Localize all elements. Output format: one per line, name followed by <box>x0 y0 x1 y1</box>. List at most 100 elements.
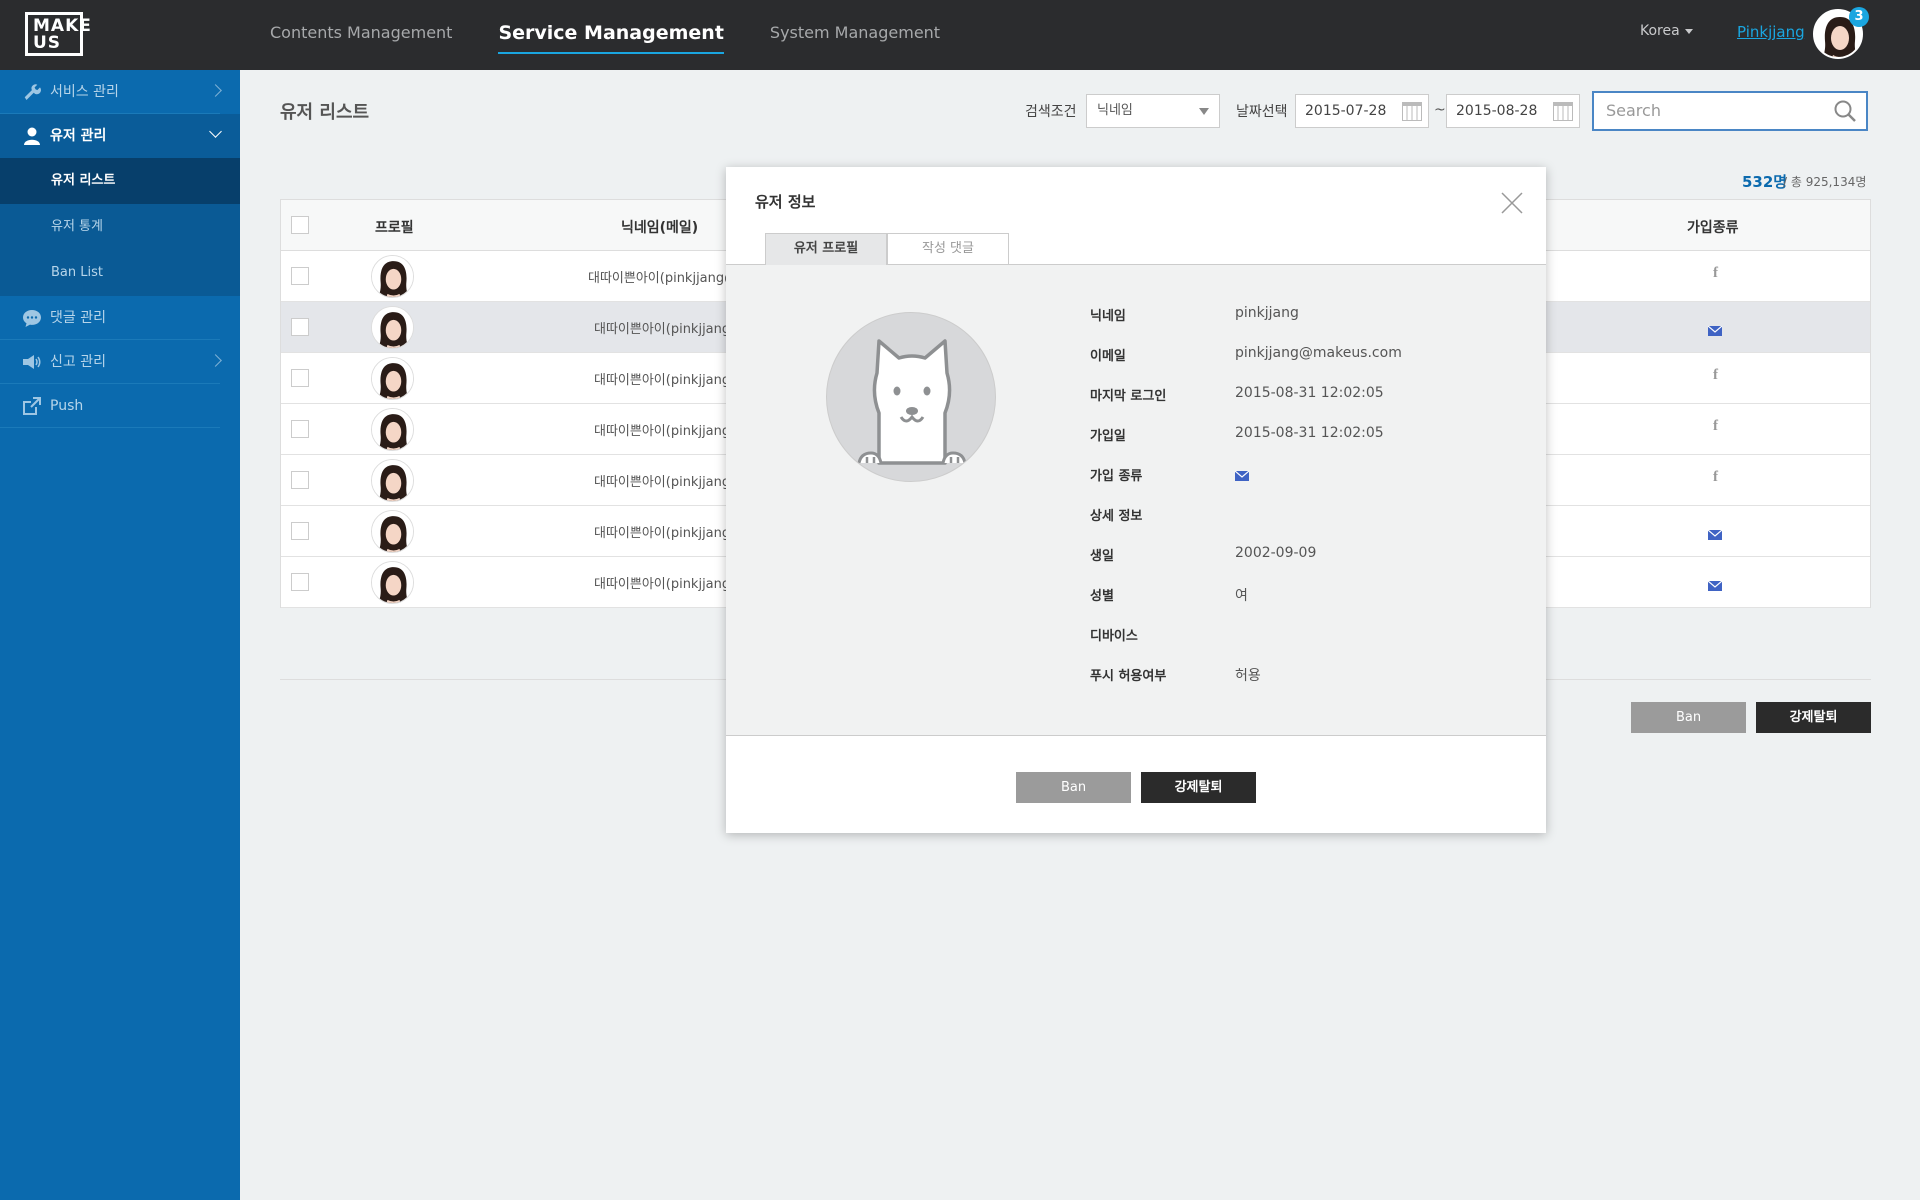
avatar <box>371 306 414 349</box>
chevron-right-icon <box>209 84 222 97</box>
row-nickname: 대따이쁜아이(pinkjjang <box>594 373 731 388</box>
notification-badge[interactable]: 3 <box>1849 7 1869 27</box>
mail-icon <box>1707 525 1723 540</box>
info-key: 마지막 로그인 <box>1090 389 1167 404</box>
mail-icon <box>1707 576 1723 591</box>
column-header-nickname: 닉네임(메일) <box>621 220 699 236</box>
date-separator: ~ <box>1434 102 1446 118</box>
date-to-value: 2015-08-28 <box>1456 103 1538 119</box>
sidebar-subitem-user-stats[interactable]: 유저 통계 <box>0 204 240 250</box>
calendar-icon[interactable] <box>1402 102 1422 121</box>
sidebar-item-push[interactable]: Push <box>0 384 220 428</box>
info-value: pinkjjang <box>1235 305 1299 321</box>
info-key: 이메일 <box>1090 349 1126 364</box>
info-key: 디바이스 <box>1090 629 1138 644</box>
nav-system-management[interactable]: System Management <box>770 0 940 70</box>
facebook-icon: f <box>1713 469 1718 485</box>
user-icon <box>24 127 40 145</box>
row-nickname: 대따이쁜아이(pinkjjang <box>594 526 731 541</box>
nav-contents-management[interactable]: Contents Management <box>270 0 452 70</box>
modal-header: 유저 정보 유저 프로필 작성 댓글 <box>726 167 1546 265</box>
sidebar-item-service[interactable]: 서비스 관리 <box>0 70 222 114</box>
search-placeholder: Search <box>1606 101 1661 120</box>
sidebar-item-users[interactable]: 유저 관리 <box>0 114 240 158</box>
date-from-value: 2015-07-28 <box>1305 103 1387 119</box>
tab-comments[interactable]: 작성 댓글 <box>887 233 1009 265</box>
row-checkbox[interactable] <box>291 522 309 540</box>
ban-button[interactable]: Ban <box>1631 702 1746 733</box>
country-selector[interactable]: Korea <box>1640 23 1693 39</box>
mail-icon <box>1234 469 1250 485</box>
users-submenu: 유저 리스트 유저 통계 Ban List <box>0 158 240 296</box>
date-from-field[interactable]: 2015-07-28 <box>1295 94 1429 128</box>
country-label: Korea <box>1640 23 1680 39</box>
modal-force-withdraw-button[interactable]: 강제탈퇴 <box>1141 772 1256 803</box>
row-checkbox[interactable] <box>291 369 309 387</box>
page-title: 유저 리스트 <box>280 102 370 123</box>
sidebar-subitem-user-list[interactable]: 유저 리스트 <box>0 158 240 204</box>
search-icon[interactable] <box>1833 99 1857 123</box>
sidebar: 서비스 관리 유저 관리 유저 리스트 유저 통계 Ban List 댓글 관리… <box>0 70 240 1200</box>
date-to-field[interactable]: 2015-08-28 <box>1446 94 1580 128</box>
caret-down-icon <box>1684 28 1693 34</box>
row-nickname: 대따이쁜아이(pinkjjang <box>594 475 731 490</box>
row-nickname: 대따이쁜아이(pinkjjang <box>594 577 731 592</box>
date-label: 날짜선택 <box>1236 104 1288 120</box>
select-all-checkbox[interactable] <box>291 216 309 234</box>
username-link[interactable]: Pinkjjang <box>1737 23 1805 41</box>
facebook-icon: f <box>1713 265 1718 281</box>
row-checkbox[interactable] <box>291 318 309 336</box>
info-value: 2015-08-31 12:02:05 <box>1235 425 1384 441</box>
search-input[interactable]: Search <box>1592 91 1868 131</box>
top-nav: Contents Management Service Management S… <box>270 0 986 70</box>
facebook-icon: f <box>1713 418 1718 434</box>
total-count: / 총 925,134명 <box>1783 175 1867 189</box>
row-checkbox[interactable] <box>291 267 309 285</box>
close-icon[interactable] <box>1500 191 1524 215</box>
row-checkbox[interactable] <box>291 420 309 438</box>
profile-placeholder-image <box>826 312 996 482</box>
force-withdraw-button[interactable]: 강제탈퇴 <box>1756 702 1871 733</box>
modal-ban-button[interactable]: Ban <box>1016 772 1131 803</box>
sidebar-item-comments[interactable]: 댓글 관리 <box>0 296 220 340</box>
sidebar-subitem-ban-list[interactable]: Ban List <box>0 250 240 296</box>
info-key: 가입일 <box>1090 429 1126 444</box>
sidebar-item-label: 댓글 관리 <box>50 310 106 326</box>
info-key: 푸시 허용여부 <box>1090 669 1167 684</box>
info-key: 닉네임 <box>1090 309 1126 324</box>
info-key: 가입 종류 <box>1090 469 1143 484</box>
calendar-icon[interactable] <box>1553 102 1573 121</box>
info-value: 여 <box>1235 588 1248 604</box>
info-value: 2015-08-31 12:02:05 <box>1235 385 1384 401</box>
sidebar-item-reports[interactable]: 신고 관리 <box>0 340 222 384</box>
avatar <box>371 408 414 451</box>
nav-service-management[interactable]: Service Management <box>498 0 725 70</box>
logo-line2: US <box>33 33 62 53</box>
modal-title: 유저 정보 <box>755 193 816 211</box>
share-icon <box>23 397 41 415</box>
info-key: 생일 <box>1090 549 1114 564</box>
modal-footer: Ban 강제탈퇴 <box>726 735 1546 833</box>
comment-icon <box>23 310 41 327</box>
row-nickname: 대따이쁜아이(pinkjjang@ <box>588 271 738 286</box>
avatar <box>371 255 414 298</box>
sidebar-item-label: Push <box>50 398 84 414</box>
info-value: pinkjjang@makeus.com <box>1235 345 1402 361</box>
search-condition-select[interactable]: 닉네임 <box>1086 94 1220 128</box>
megaphone-icon <box>23 355 41 369</box>
sidebar-item-label: 서비스 관리 <box>50 84 119 100</box>
info-value: 2002-09-09 <box>1235 545 1317 561</box>
sidebar-item-label: 신고 관리 <box>50 354 106 370</box>
row-checkbox[interactable] <box>291 573 309 591</box>
user-info-modal: 유저 정보 유저 프로필 작성 댓글 닉네임 pinkjjang 이메일 pinkjj… <box>726 167 1546 833</box>
sidebar-item-label: 유저 관리 <box>50 128 107 144</box>
select-value: 닉네임 <box>1097 103 1133 118</box>
info-key: 상세 정보 <box>1090 509 1143 524</box>
wrench-icon <box>24 84 41 100</box>
result-count: 532명 <box>1742 173 1788 191</box>
row-checkbox[interactable] <box>291 471 309 489</box>
chevron-down-icon <box>209 125 222 138</box>
column-header-profile: 프로필 <box>375 220 414 236</box>
tab-user-profile[interactable]: 유저 프로필 <box>765 233 887 265</box>
makeus-logo[interactable]: MAKE US <box>25 12 91 56</box>
